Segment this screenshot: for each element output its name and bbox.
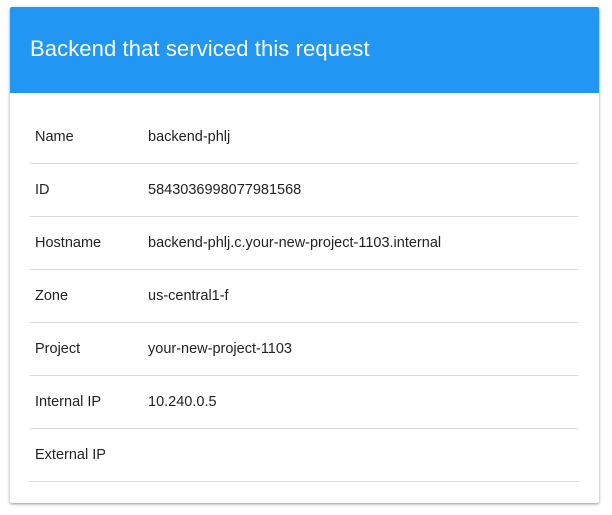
backend-info-card: Backend that serviced this request Name …	[10, 7, 599, 503]
row-label: External IP	[30, 428, 148, 482]
row-value	[148, 428, 578, 482]
row-value: backend-phlj.c.your-new-project-1103.int…	[148, 216, 578, 270]
row-label: Project	[30, 322, 148, 376]
row-label: Internal IP	[30, 375, 148, 429]
row-value: 10.240.0.5	[148, 375, 578, 429]
row-value: your-new-project-1103	[148, 322, 578, 376]
table-row-internal-ip: Internal IP 10.240.0.5	[30, 375, 578, 429]
row-value: 5843036998077981568	[148, 163, 578, 217]
card-header: Backend that serviced this request	[10, 7, 599, 93]
backend-info-table: Name backend-phlj ID 5843036998077981568…	[30, 111, 578, 482]
table-row-external-ip: External IP	[30, 428, 578, 482]
row-label: ID	[30, 163, 148, 217]
row-label: Hostname	[30, 216, 148, 270]
row-label: Zone	[30, 269, 148, 323]
row-value: backend-phlj	[148, 111, 578, 164]
table-row-zone: Zone us-central1-f	[30, 269, 578, 323]
table-row-hostname: Hostname backend-phlj.c.your-new-project…	[30, 216, 578, 270]
table-row-name: Name backend-phlj	[30, 111, 578, 164]
row-value: us-central1-f	[148, 269, 578, 323]
table-row-id: ID 5843036998077981568	[30, 163, 578, 217]
row-label: Name	[30, 111, 148, 164]
table-row-project: Project your-new-project-1103	[30, 322, 578, 376]
card-title: Backend that serviced this request	[30, 36, 370, 61]
